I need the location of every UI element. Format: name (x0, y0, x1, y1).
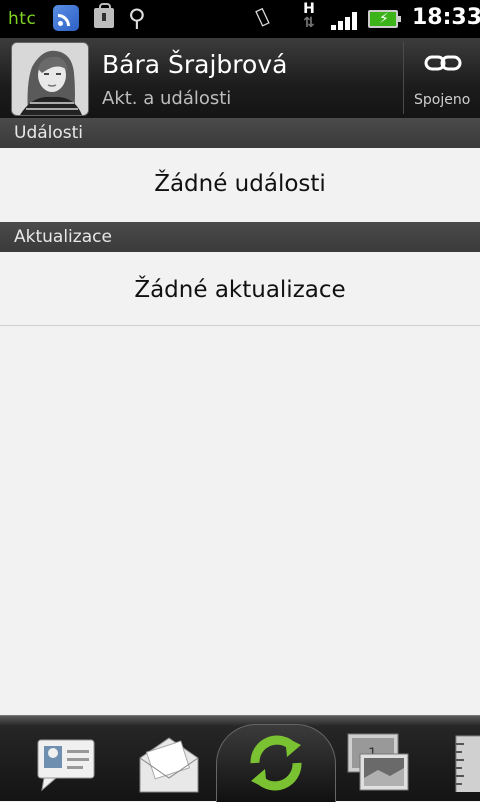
hspa-icon: H ⇅ (303, 1, 315, 31)
link-label: Spojeno (414, 92, 471, 108)
section-header-updates: Aktualizace (0, 222, 480, 252)
tab-photos[interactable]: 1 (344, 716, 414, 801)
contact-card-icon (37, 739, 95, 792)
signal-icon (331, 10, 361, 30)
vibrate-icon: ▯ (251, 2, 273, 31)
usb-icon: ⚲ (128, 4, 146, 32)
tab-contact-details[interactable] (30, 716, 100, 801)
rss-icon (53, 5, 79, 31)
contact-name: Bára Šrajbrová (102, 50, 288, 79)
avatar[interactable] (11, 42, 89, 116)
tab-more[interactable] (452, 716, 480, 801)
ruler-icon (455, 735, 480, 792)
events-empty-text: Žádné události (0, 149, 480, 219)
section-header-events: Události (0, 118, 480, 148)
divider (403, 42, 404, 114)
contact-header: Bára Šrajbrová Akt. a události Spojeno (0, 38, 480, 118)
envelope-icon (139, 737, 199, 793)
link-icon (424, 55, 462, 71)
market-icon (94, 3, 114, 28)
clock: 18:33 (412, 5, 480, 30)
status-bar: htc ⚲ ▯ H ⇅ ⚡ 18:33 (0, 0, 480, 38)
battery-charging-icon: ⚡ (368, 10, 401, 28)
tab-messages[interactable] (134, 716, 204, 801)
tab-updates[interactable] (216, 724, 336, 802)
htc-logo: htc (8, 9, 37, 29)
photo-album-icon: 1 (347, 733, 409, 791)
header-subtitle: Akt. a události (102, 88, 232, 109)
sync-updates-icon (250, 735, 302, 791)
updates-empty-text: Žádné aktualizace (0, 253, 480, 326)
bottom-tab-bar: 1 (0, 715, 480, 802)
